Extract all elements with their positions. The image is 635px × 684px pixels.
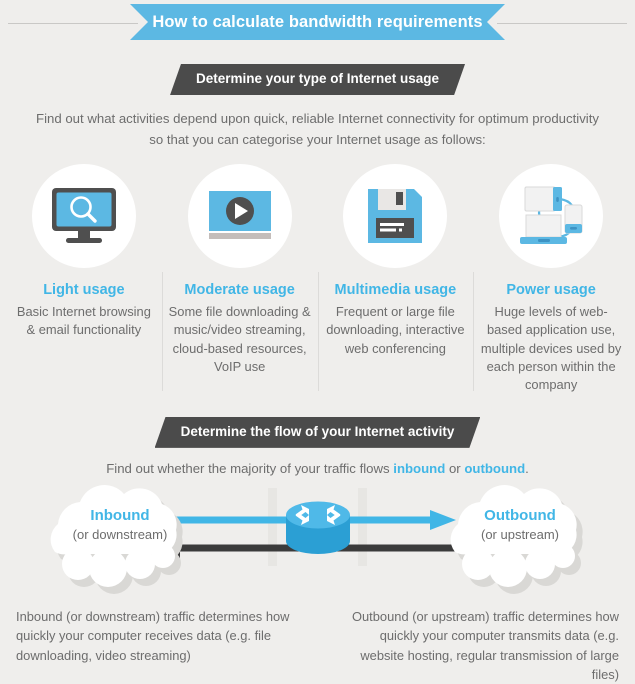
usage-icon-circle-moderate (187, 164, 292, 269)
section-heading-flow: Determine the flow of your Internet acti… (0, 417, 635, 448)
usage-category-light: Light usage Basic Internet browsing & em… (6, 164, 162, 395)
usage-category-moderate: Moderate usage Some file downloading & m… (161, 164, 318, 395)
header-rule-left (8, 23, 138, 24)
flow-text-middle: or (445, 460, 465, 476)
usage-category-desc-moderate: Some file downloading & music/video stre… (168, 304, 311, 375)
inbound-cloud-title: Inbound (90, 507, 149, 524)
outbound-caption: Outbound (or upstream) traffic determine… (351, 608, 619, 682)
usage-category-title-moderate: Moderate usage (184, 282, 295, 299)
header-rule-right (497, 23, 627, 24)
diagram-guide-bar-left (268, 487, 277, 566)
usage-category-desc-light: Basic Internet browsing & email function… (16, 304, 151, 338)
usage-category-desc-multimedia: Frequent or large file downloading, inte… (326, 304, 465, 356)
section-heading-flow-label: Determine the flow of your Internet acti… (155, 417, 481, 448)
flow-text-after: . (525, 460, 529, 476)
diagram-guide-bar-right (358, 487, 367, 566)
outbound-cloud-title: Outbound (484, 507, 556, 524)
monitor-search-icon (51, 188, 116, 244)
usage-icon-circle-power (499, 164, 604, 269)
usage-intro-paragraph: Find out what activities depend upon qui… (14, 109, 621, 150)
flow-captions-row: Inbound (or downstream) traffic determin… (0, 607, 635, 684)
video-play-icon (208, 191, 271, 240)
outbound-cloud-subtitle: (or upstream) (481, 527, 559, 542)
usage-category-power: Power usage Huge levels of web-based app… (473, 164, 629, 395)
flow-text-before: Find out whether the majority of your tr… (106, 460, 394, 476)
usage-intro-line-1: Find out what activities depend upon qui… (36, 111, 599, 127)
router-icon (286, 501, 350, 554)
flow-intro-sentence: Find out whether the majority of your tr… (0, 461, 635, 476)
flow-highlight-inbound: inbound (393, 460, 446, 476)
usage-category-title-light: Light usage (43, 282, 125, 299)
usage-category-title-multimedia: Multimedia usage (334, 282, 457, 299)
usage-categories-row: Light usage Basic Internet browsing & em… (0, 164, 635, 395)
page-title: How to calculate bandwidth requirements (130, 4, 505, 40)
usage-icon-circle-multimedia (343, 164, 448, 269)
usage-category-multimedia: Multimedia usage Frequent or large file … (317, 164, 474, 395)
usage-category-title-power: Power usage (506, 282, 596, 299)
usage-intro-line-2: so that you can categorise your Internet… (149, 131, 486, 147)
usage-icon-circle-light (31, 164, 136, 269)
section-heading-usage-type-label: Determine your type of Internet usage (170, 64, 465, 95)
flow-highlight-outbound: outbound (464, 460, 526, 476)
inbound-caption: Inbound (or downstream) traffic determin… (16, 608, 290, 663)
usage-category-desc-power: Huge levels of web-based application use… (480, 304, 622, 393)
section-heading-usage-type: Determine your type of Internet usage (0, 64, 635, 95)
inbound-cloud-subtitle: (or downstream) (73, 527, 168, 542)
floppy-disk-icon (368, 189, 423, 244)
multiple-devices-icon (520, 186, 583, 245)
page-header: How to calculate bandwidth requirements (0, 4, 635, 44)
traffic-flow-diagram: Inbound (or downstream) Outbound (or ups… (0, 480, 635, 605)
outbound-arrow-head (430, 509, 456, 530)
